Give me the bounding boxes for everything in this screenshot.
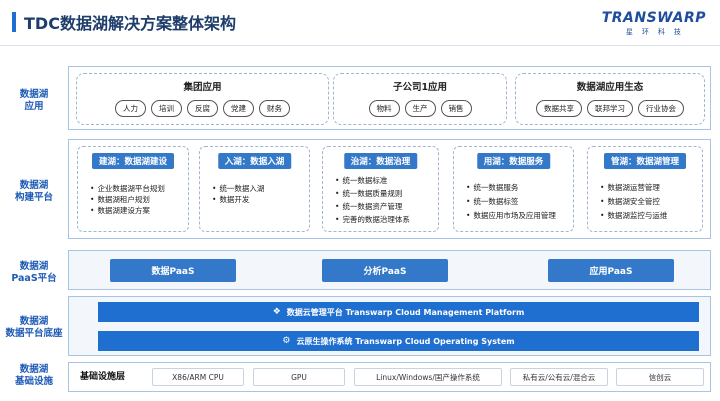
build-group-1: 入湖：数据入湖 统一数据入湖 数据开发 (199, 146, 310, 232)
logo-wordmark: TRANSWARP (601, 10, 706, 26)
data-paas-button[interactable]: 数据PaaS (110, 259, 236, 282)
list-item: 数据湖运营管理 (600, 181, 698, 195)
build-group-header[interactable]: 入湖：数据入湖 (217, 153, 292, 169)
bar-label: 云原生操作系统 Transwarp Cloud Operating System (296, 336, 515, 346)
app-pill[interactable]: 生产 (404, 100, 436, 117)
list-item: 完善的数据治理体系 (335, 213, 434, 226)
row-label-base: 数据湖 数据平台底座 (5, 316, 63, 339)
app-group-0: 集团应用 人力 培训 反腐 党建 财务 (76, 73, 329, 125)
analysis-paas-button[interactable]: 分析PaaS (322, 259, 448, 282)
build-group-header[interactable]: 建湖：数据湖建设 (91, 153, 175, 169)
list-item: 统一数据质量规则 (335, 187, 434, 200)
row-label-infra: 数据湖 基础设施 (14, 364, 53, 387)
row-label-apps: 数据湖 应用 (19, 89, 49, 112)
app-pill[interactable]: 联邦学习 (587, 100, 633, 117)
list-item: 数据湖监控与运维 (600, 209, 698, 223)
title-accent-bar (12, 12, 16, 32)
list-item: 统一数据标签 (466, 195, 569, 209)
app-pill[interactable]: 财务 (259, 100, 290, 117)
list-item: 统一数据资产管理 (335, 200, 434, 213)
infra-layer-label: 基础设施层 (80, 372, 126, 382)
row-label-paas: 数据湖 PaaS平台 (11, 261, 57, 284)
infra-cell-cloud: 私有云/公有云/混合云 (510, 368, 608, 386)
app-pill[interactable]: 培训 (151, 100, 182, 117)
build-group-4: 管湖：数据湖管理 数据湖运营管理 数据湖安全管控 数据湖监控与运维 (587, 146, 703, 232)
build-group-3: 用湖：数据服务 统一数据服务 统一数据标签 数据应用市场及应用管理 (453, 146, 574, 232)
logo-subtitle: 星环科技 (625, 28, 690, 36)
app-group-1: 子公司1应用 物料 生产 销售 (333, 73, 507, 125)
company-logo: TRANSWARP 星环科技 (602, 10, 706, 37)
bar-label: 数据云管理平台 Transwarp Cloud Management Platf… (286, 307, 525, 317)
list-item: 企业数据湖平台规划 (90, 183, 184, 194)
app-pill[interactable]: 反腐 (187, 100, 218, 117)
app-pill[interactable]: 党建 (223, 100, 254, 117)
header-divider (0, 45, 720, 46)
app-group-title: 集团应用 (183, 82, 222, 93)
cube-icon: ❖ (272, 307, 281, 317)
cloud-management-bar[interactable]: ❖ 数据云管理平台 Transwarp Cloud Management Pla… (98, 302, 699, 322)
apps-panel: 集团应用 人力 培训 反腐 党建 财务 子公司1应用 物料 生产 销售 数据湖应… (68, 66, 711, 130)
list-item: 统一数据服务 (466, 181, 569, 195)
build-group-2: 治湖：数据治理 统一数据标准 统一数据质量规则 统一数据资产管理 完善的数据治理… (322, 146, 439, 232)
app-group-2: 数据湖应用生态 数据共享 联邦学习 行业协会 (515, 73, 705, 125)
infra-cell-gpu: GPU (253, 368, 345, 386)
infra-cell-xinchuang: 信创云 (616, 368, 704, 386)
cloud-os-bar[interactable]: ⚙ 云原生操作系统 Transwarp Cloud Operating Syst… (98, 331, 699, 351)
app-group-title: 数据湖应用生态 (576, 82, 644, 93)
list-item: 数据应用市场及应用管理 (466, 209, 569, 223)
infra-cell-os: Linux/Windows/国产操作系统 (354, 368, 502, 386)
build-group-header[interactable]: 用湖：数据服务 (476, 153, 551, 169)
infra-cell-cpu: X86/ARM CPU (152, 368, 244, 386)
list-item: 数据开发 (212, 194, 305, 205)
app-pill[interactable]: 行业协会 (638, 100, 684, 117)
app-pill[interactable]: 物料 (368, 100, 400, 117)
build-group-0: 建湖：数据湖建设 企业数据湖平台规划 数据湖租户规划 数据湖建设方案 (77, 146, 189, 232)
build-group-header[interactable]: 治湖：数据治理 (343, 153, 418, 169)
app-pill[interactable]: 销售 (440, 100, 472, 117)
list-item: 数据湖安全管控 (600, 195, 698, 209)
app-pill[interactable]: 人力 (115, 100, 146, 117)
app-pill[interactable]: 数据共享 (536, 100, 582, 117)
list-item: 统一数据标准 (335, 174, 434, 187)
list-item: 数据湖建设方案 (90, 205, 184, 216)
list-item: 统一数据入湖 (212, 183, 305, 194)
app-group-title: 子公司1应用 (392, 82, 448, 93)
page-title: TDC数据湖解决方案整体架构 (24, 14, 236, 33)
app-paas-button[interactable]: 应用PaaS (548, 259, 674, 282)
gear-icon: ⚙ (282, 336, 291, 346)
list-item: 数据湖租户规划 (90, 194, 184, 205)
row-label-build: 数据湖 构建平台 (14, 180, 53, 203)
build-group-header[interactable]: 管湖：数据湖管理 (603, 153, 687, 169)
